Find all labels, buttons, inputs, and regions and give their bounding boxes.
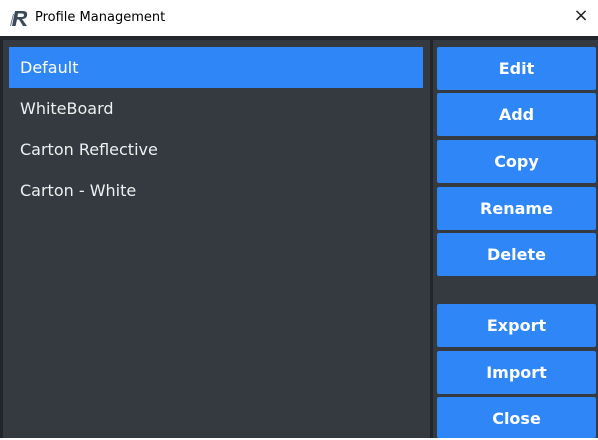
delete-button[interactable]: Delete (437, 233, 596, 276)
title-bar: Profile Management × (0, 0, 598, 36)
window-close-button[interactable]: × (570, 5, 592, 27)
import-button[interactable]: Import (437, 351, 596, 394)
window-title: Profile Management (35, 10, 166, 25)
edit-button[interactable]: Edit (437, 47, 596, 90)
profile-list-item-default[interactable]: Default (9, 47, 423, 88)
rename-button[interactable]: Rename (437, 187, 596, 230)
profile-list-item-whiteboard[interactable]: WhiteBoard (9, 88, 423, 129)
export-button[interactable]: Export (437, 304, 596, 347)
add-button[interactable]: Add (437, 93, 596, 136)
close-button[interactable]: Close (437, 397, 596, 438)
profile-app-icon (10, 11, 28, 26)
profile-list-item-carton-white[interactable]: Carton - White (9, 170, 423, 211)
copy-button[interactable]: Copy (437, 140, 596, 183)
profile-list-item-carton-reflective[interactable]: Carton Reflective (9, 129, 423, 170)
